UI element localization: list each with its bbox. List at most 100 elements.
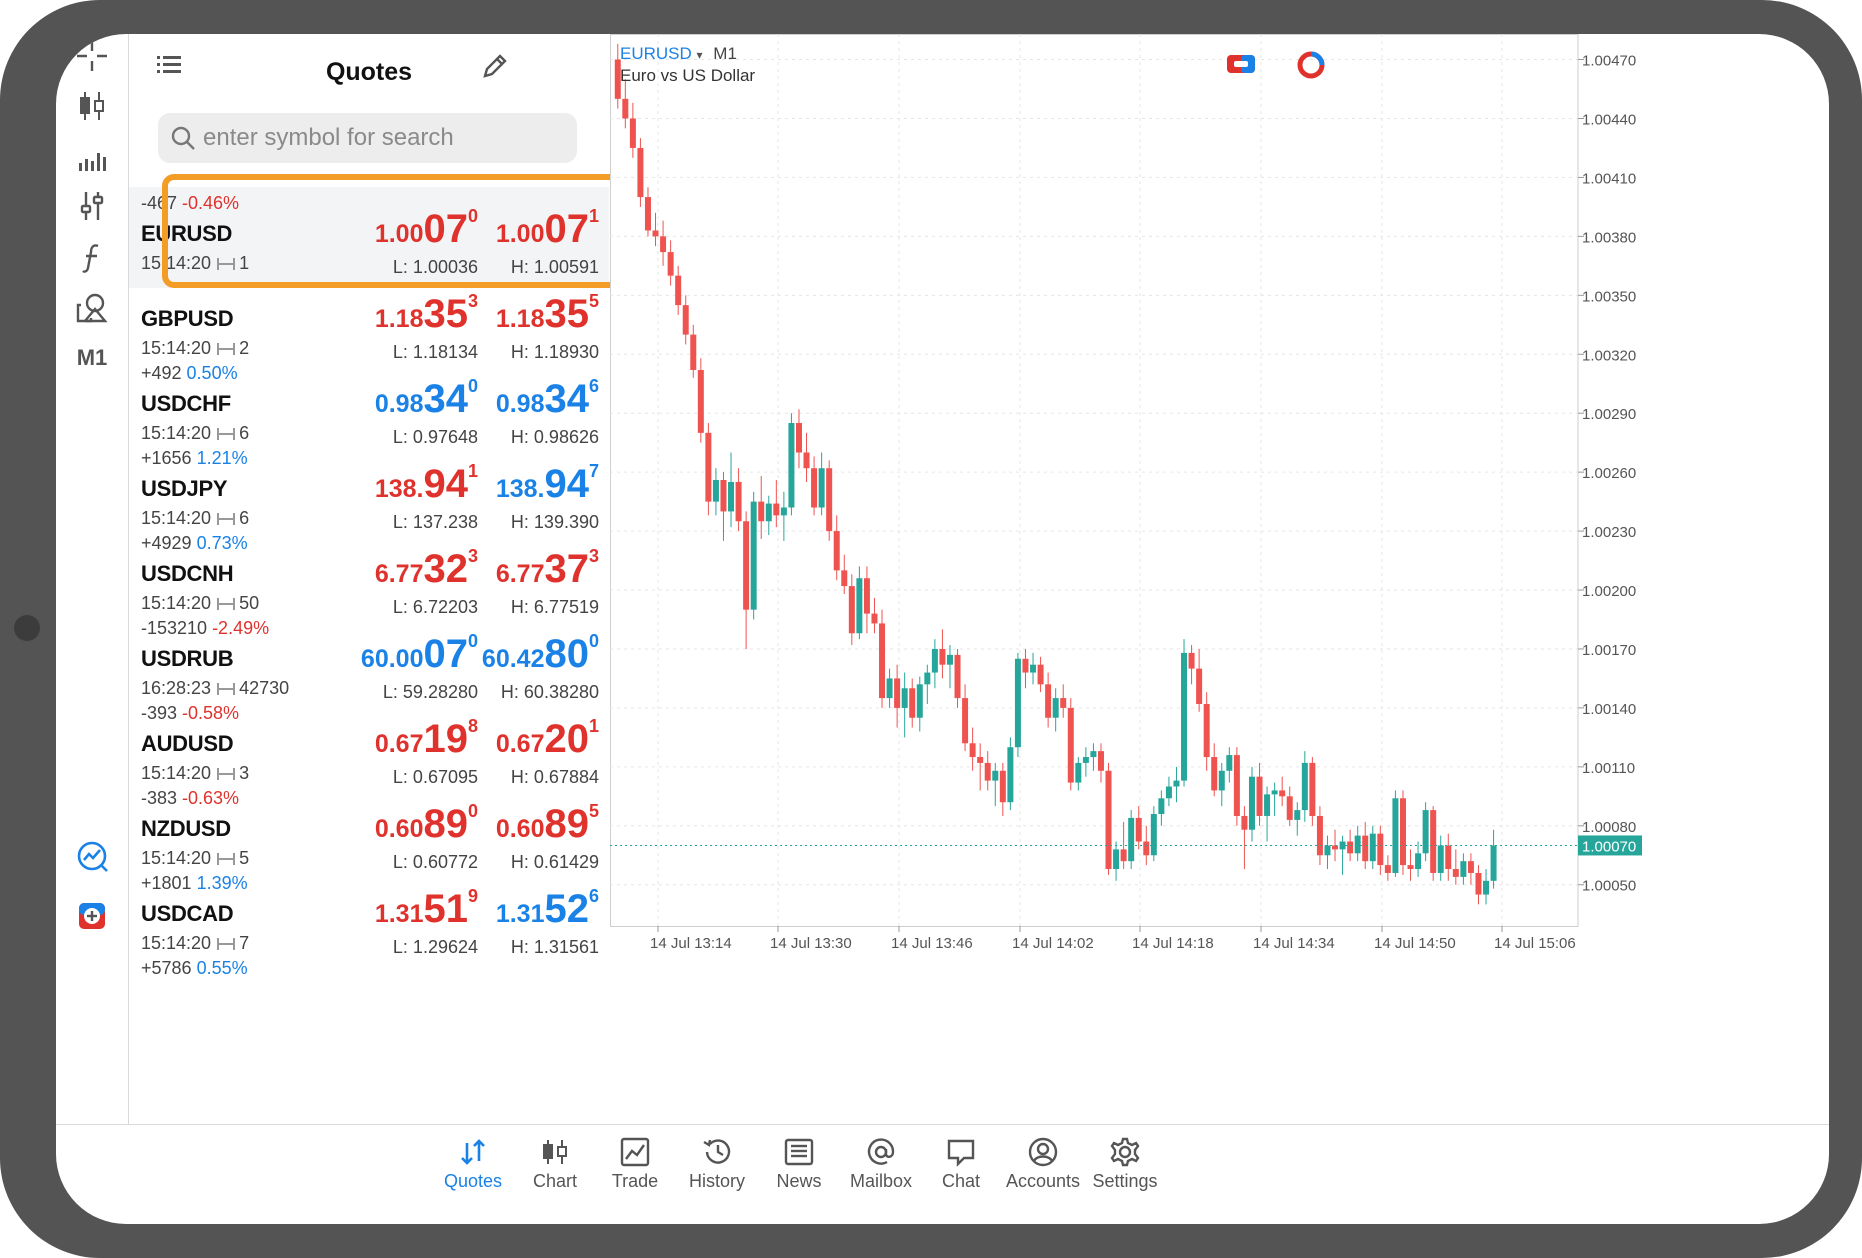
bid-price[interactable]: 0.98340 <box>375 377 478 419</box>
nav-settings[interactable]: Settings <box>1080 1137 1170 1192</box>
quote-change-percent: 1.39% <box>196 873 248 893</box>
edit-pencil-icon[interactable] <box>481 52 509 85</box>
bid-price[interactable]: 6.77323 <box>374 547 478 589</box>
quotes-title: Quotes <box>325 58 413 86</box>
candle-body <box>1165 786 1172 799</box>
ask-price-fraction: 5 <box>588 291 599 311</box>
quote-row-partial[interactable]: +5786 0.55% <box>129 952 609 1053</box>
volumes-icon[interactable] <box>64 140 120 180</box>
quote-change: +4929 0.73% <box>141 533 248 554</box>
crosshair-icon[interactable] <box>64 36 120 76</box>
nav-chat[interactable]: Chat <box>916 1137 1006 1192</box>
quote-time-value: 15:14:20 <box>141 848 212 868</box>
candle-body <box>1067 707 1074 783</box>
candle-body <box>1279 790 1286 797</box>
ask-price-fraction: 7 <box>588 461 599 481</box>
timeframe-button[interactable]: M1 <box>64 338 120 378</box>
quote-time-value: 15:14:20 <box>141 933 212 953</box>
symbol-dropdown-icon[interactable]: ▾ <box>697 48 703 62</box>
nav-chart[interactable]: Chart <box>510 1137 600 1192</box>
ask-price[interactable]: 6.77373 <box>496 547 599 589</box>
objects-icon[interactable] <box>64 288 120 328</box>
candle-body <box>1347 841 1354 854</box>
candle-body <box>848 586 855 634</box>
nav-quotes[interactable]: Quotes <box>428 1137 518 1192</box>
bid-price-prefix: 0.60 <box>374 815 424 843</box>
nav-accounts[interactable]: Accounts <box>998 1137 1088 1192</box>
home-button[interactable] <box>14 615 40 641</box>
chart-type-icon[interactable] <box>64 86 120 126</box>
bid-price[interactable]: 1.18353 <box>375 292 478 334</box>
search-placeholder: enter symbol for search <box>203 124 454 151</box>
tablet-frame: M1 Quotes enter symbol for search -467 -… <box>0 0 1862 1258</box>
x-tick-label: 14 Jul 13:46 <box>891 935 973 952</box>
quote-spread: 3 <box>239 763 250 783</box>
search-icon <box>170 125 196 156</box>
spread-icon <box>217 513 236 525</box>
ask-price[interactable]: 1.18355 <box>496 291 599 334</box>
gear-icon <box>1080 1137 1170 1167</box>
spread-icon <box>217 853 236 865</box>
spread-icon <box>217 428 236 440</box>
y-tick-label: 1.00230 <box>1582 524 1636 541</box>
ask-price-fraction: 0 <box>588 631 599 651</box>
quotes-arrows-icon <box>428 1137 518 1167</box>
chart-symbol[interactable]: EURUSD <box>620 44 692 63</box>
y-tick-label: 1.00350 <box>1582 288 1636 305</box>
nav-label: Settings <box>1092 1171 1158 1191</box>
ask-price[interactable]: 1.31526 <box>496 887 599 929</box>
price-chart[interactable]: 1.00470 1.00440 1.00410 1.00380 1.00350 1.003… <box>610 34 1829 1124</box>
trading-signals-icon[interactable] <box>64 836 120 876</box>
candle-body <box>1030 664 1037 673</box>
one-click-trading-icon[interactable] <box>1226 52 1256 81</box>
nav-mailbox[interactable]: Mailbox <box>836 1137 926 1192</box>
bid-price-fraction: 0 <box>467 631 478 651</box>
candle-body <box>1354 835 1361 854</box>
ask-price[interactable]: 0.67201 <box>496 717 599 759</box>
nav-history[interactable]: History <box>672 1137 762 1192</box>
candle-body <box>735 481 742 522</box>
nav-news[interactable]: News <box>754 1137 844 1192</box>
y-tick-label: 1.00110 <box>1582 760 1635 777</box>
y-tick-label: 1.00260 <box>1582 465 1636 482</box>
quote-time: 16:28:23 42730 <box>141 678 289 699</box>
account-circle-icon <box>998 1137 1088 1167</box>
nav-trade[interactable]: Trade <box>590 1137 680 1192</box>
quote-symbol: NZDUSD <box>141 816 231 841</box>
bid-price-prefix: 6.77 <box>374 560 424 588</box>
y-tick-label: 1.00320 <box>1582 347 1636 364</box>
candle-body <box>652 230 659 237</box>
quote-spread: 6 <box>239 423 250 443</box>
bid-price-fraction: 1 <box>467 461 478 481</box>
symbol-search-input[interactable]: enter symbol for search <box>158 113 577 163</box>
candle-body <box>833 531 840 571</box>
candle-body <box>1150 814 1157 856</box>
ask-price[interactable]: 60.42800 <box>482 631 599 674</box>
new-order-icon[interactable] <box>64 896 120 936</box>
quote-change-points: -393 <box>141 703 178 723</box>
depth-of-market-icon[interactable] <box>1296 50 1326 85</box>
chart-timeframe[interactable]: M1 <box>713 44 737 63</box>
ask-price[interactable]: 138.947 <box>496 461 599 504</box>
bid-price[interactable]: 0.60890 <box>374 802 478 844</box>
bid-price[interactable]: 60.00070 <box>361 631 478 674</box>
bid-price[interactable]: 0.67198 <box>375 717 478 759</box>
candle-body <box>1173 780 1180 787</box>
bid-price[interactable]: 1.31519 <box>375 887 478 929</box>
candlestick-chart[interactable]: 1.00470 1.00440 1.00410 1.00380 1.00350 1.003… <box>610 34 1829 1124</box>
candle-body <box>871 613 878 624</box>
candle-body <box>675 275 682 306</box>
candle-body <box>1211 757 1218 791</box>
candle-body <box>728 481 735 512</box>
candle-body <box>1226 755 1233 771</box>
bid-price[interactable]: 138.941 <box>375 461 478 504</box>
indicators-settings-icon[interactable] <box>64 186 120 226</box>
quote-time-value: 15:14:20 <box>141 508 212 528</box>
candle-body <box>901 688 908 708</box>
quote-spread: 5 <box>239 848 250 868</box>
function-icon[interactable] <box>64 238 120 278</box>
candle-body <box>1384 865 1391 873</box>
ask-price[interactable]: 0.98346 <box>496 377 599 419</box>
ask-price[interactable]: 0.60895 <box>496 802 599 844</box>
app-screen: M1 Quotes enter symbol for search -467 -… <box>56 34 1829 1224</box>
